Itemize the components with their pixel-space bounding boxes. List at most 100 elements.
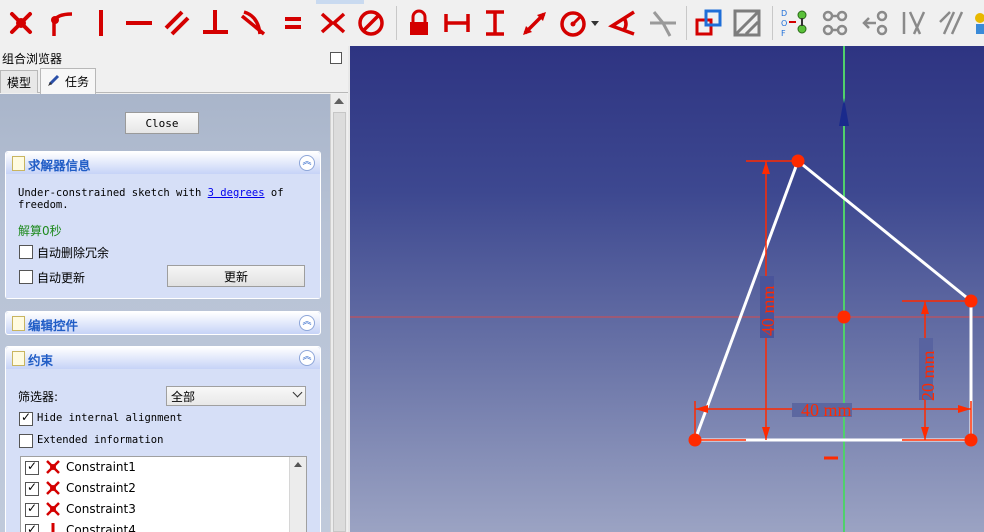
tab-tasks[interactable]: 任务 (40, 68, 97, 94)
auto-remove-label: 自动删除冗余 (37, 246, 110, 260)
combo-view-panel: 组合浏览器 模型 任务 Close 求解器信息 ︽ Under-constrai… (0, 46, 350, 532)
dim-arrow-icon (958, 405, 971, 413)
close-button[interactable]: Close (125, 112, 199, 134)
dim-left-label[interactable]: 40 mm (758, 285, 778, 336)
dim-arrow-icon (921, 427, 929, 440)
select-redundant-icon[interactable] (858, 5, 892, 41)
dim-arrow-icon (921, 301, 929, 314)
constraint-label: Constraint2 (66, 481, 136, 495)
task-panel: Close 求解器信息 ︽ Under-constrained sketch w… (0, 94, 330, 532)
panel-title-bar: 组合浏览器 (0, 48, 348, 66)
chevron-down-icon (292, 387, 303, 398)
constraint-block-icon[interactable] (354, 5, 388, 41)
svg-text:O: O (781, 19, 787, 28)
collapse-icon[interactable]: ︽ (299, 315, 315, 331)
scrollbar-thumb[interactable] (333, 112, 346, 532)
constraint-snell-icon[interactable] (646, 5, 680, 41)
list-item[interactable]: Constraint4 (21, 520, 291, 532)
select-axis-icon[interactable] (934, 5, 968, 41)
constraint-checkbox[interactable] (25, 480, 39, 496)
solver-message-prefix: Under-constrained sketch with (18, 187, 202, 199)
constraint-coincident-icon (45, 501, 61, 520)
dim-bottom-label[interactable]: 40 mm (801, 400, 852, 420)
list-scrollbar[interactable] (289, 457, 306, 532)
constraint-vertical-icon[interactable] (84, 5, 118, 41)
edit-controls-header[interactable]: 编辑控件 ︽ (6, 312, 320, 334)
constraint-vertical-distance-icon[interactable] (478, 5, 512, 41)
constraint-checkbox[interactable] (25, 459, 39, 475)
dim-arrow-icon (695, 405, 708, 413)
document-icon (12, 156, 25, 171)
auto-remove-checkbox[interactable] (19, 245, 33, 259)
dim-right-label[interactable]: 20 mm (918, 350, 938, 401)
list-item[interactable]: Constraint1 (21, 457, 291, 478)
svg-text:F: F (781, 29, 786, 38)
update-button[interactable]: 更新 (167, 265, 305, 287)
auto-update-checkbox[interactable] (19, 270, 33, 284)
task-panel-scrollbar[interactable] (330, 94, 347, 532)
constraint-angle-icon[interactable] (606, 5, 640, 41)
solver-info-header[interactable]: 求解器信息 ︽ (6, 152, 320, 174)
list-item[interactable]: Constraint3 (21, 499, 291, 520)
select-elements-icon[interactable] (896, 5, 930, 41)
tab-model[interactable]: 模型 (0, 70, 39, 93)
sketch-line-top[interactable] (797, 159, 972, 303)
dof-link[interactable]: 3 degrees (208, 187, 265, 199)
filter-label: 筛选器: (18, 390, 59, 404)
solver-info-body: Under-constrained sketch with 3 degrees … (6, 174, 320, 298)
sketch-vertex[interactable] (964, 433, 978, 447)
select-origin-icon[interactable] (968, 5, 984, 41)
constraints-title: 约束 (28, 353, 54, 368)
tab-tasks-label: 任务 (65, 75, 90, 89)
dim-arrow-icon (762, 427, 770, 440)
constraint-checkbox[interactable] (25, 501, 39, 517)
sketch-vertex[interactable] (688, 433, 702, 447)
constraint-horizontal-icon[interactable] (122, 5, 156, 41)
filter-value: 全部 (171, 390, 196, 404)
constraints-header[interactable]: 约束 ︽ (6, 347, 320, 369)
select-conflicting-icon[interactable] (818, 5, 852, 41)
collapse-icon[interactable]: ︽ (299, 155, 315, 171)
constraint-lock-icon[interactable] (402, 5, 436, 41)
constraint-tangent-icon[interactable] (236, 5, 270, 41)
dof-icon[interactable]: DOF (778, 5, 812, 41)
extended-info-checkbox[interactable] (19, 434, 33, 448)
toggle-construction-icon[interactable] (692, 5, 726, 41)
origin-point[interactable] (837, 310, 851, 324)
sketch-vertex[interactable] (964, 294, 978, 308)
sketch-line-left[interactable] (693, 160, 800, 441)
constraint-checkbox[interactable] (25, 522, 39, 532)
hide-internal-label: Hide internal alignment (37, 412, 183, 424)
collapse-icon[interactable]: ︽ (299, 350, 315, 366)
sketch-viewport[interactable]: 40 mm 40 mm 20 mm (350, 46, 984, 532)
constraint-perpendicular-icon[interactable] (198, 5, 232, 41)
constraint-coincident-icon (45, 459, 61, 478)
list-item[interactable]: Constraint2 (21, 478, 291, 499)
edit-controls-box: 编辑控件 ︽ (5, 311, 321, 335)
panel-tabs: 模型 任务 (0, 68, 348, 94)
hide-internal-checkbox[interactable] (19, 410, 33, 426)
radius-dropdown-arrow[interactable] (588, 5, 602, 41)
constraint-label: Constraint3 (66, 502, 136, 516)
constraint-horizontal-distance-icon[interactable] (440, 5, 474, 41)
tab-model-label: 模型 (7, 75, 32, 90)
constraint-coincident-icon (45, 480, 61, 499)
solver-message: Under-constrained sketch with 3 degrees … (18, 187, 308, 211)
constraint-vertical-icon (45, 522, 61, 532)
constraint-parallel-icon[interactable] (160, 5, 194, 41)
constraint-radius-icon[interactable] (556, 5, 590, 41)
sketch-vertex[interactable] (791, 154, 805, 168)
constraint-equal-icon[interactable] (276, 5, 310, 41)
constraint-distance-icon[interactable] (518, 5, 552, 41)
filter-select[interactable]: 全部 (166, 386, 306, 406)
pencil-icon (47, 73, 61, 90)
toggle-driving-icon[interactable] (730, 5, 764, 41)
constraint-point-on-object-icon[interactable] (44, 5, 78, 41)
float-panel-button[interactable] (330, 52, 342, 64)
solver-message-tail: freedom. (18, 199, 69, 211)
constraint-coincident-icon[interactable] (4, 5, 38, 41)
scroll-up-icon[interactable] (334, 98, 344, 104)
sketch-canvas[interactable]: 40 mm 40 mm 20 mm (350, 46, 984, 532)
constraint-symmetric-icon[interactable] (316, 5, 350, 41)
constraint-list: Constraint1 Constraint2 Constraint3 (20, 456, 307, 532)
